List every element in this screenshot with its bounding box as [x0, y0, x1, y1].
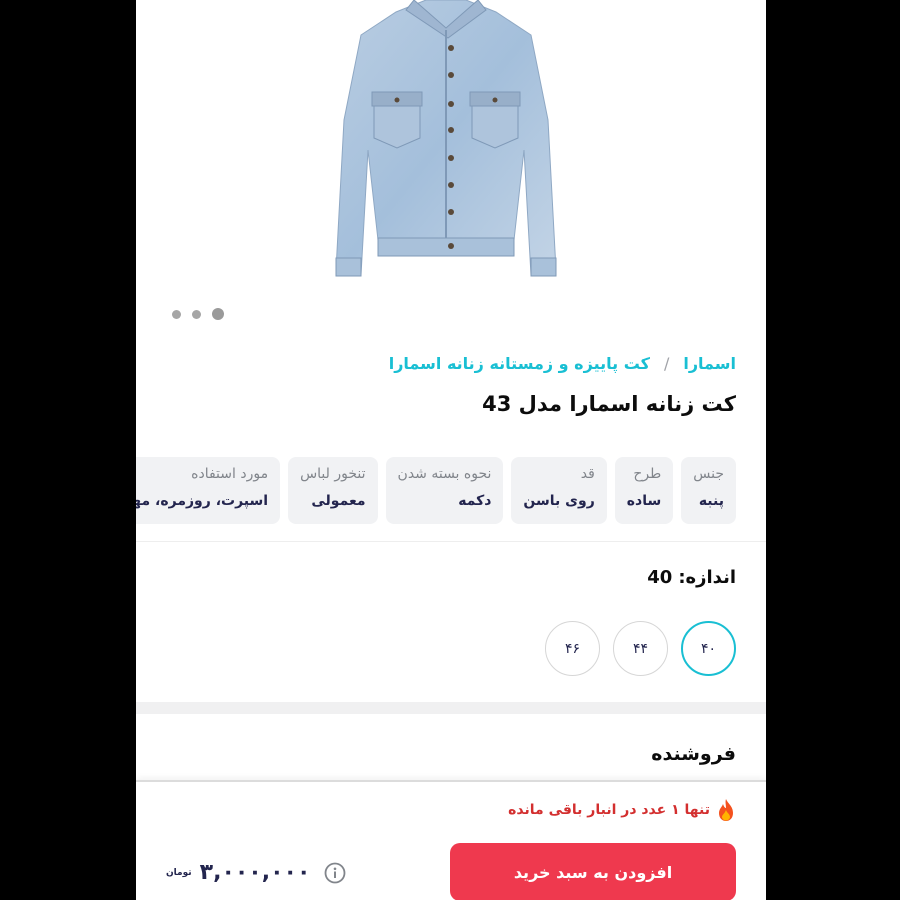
product-page: اسمارا / کت پاییزه و زمستانه زنانه اسمار…	[136, 0, 766, 900]
attribute-key: جنس	[693, 466, 724, 482]
price-area: تومان ۳,۰۰۰,۰۰۰	[166, 860, 346, 885]
section-separator	[136, 702, 766, 714]
attribute-value: پنبه	[698, 493, 724, 509]
attribute-value: ساده	[626, 493, 662, 509]
size-label: اندازه:	[678, 567, 736, 588]
size-heading: اندازه: 40	[647, 567, 736, 588]
attribute-chip: نحوه بسته شدن دکمه	[385, 457, 504, 524]
stock-text: تنها ۱ عدد در انبار باقی مانده	[508, 802, 710, 818]
breadcrumb-separator: /	[663, 354, 670, 373]
attribute-key: قد	[580, 466, 595, 482]
size-selected-value: 40	[647, 567, 673, 588]
attribute-key: نحوه بسته شدن	[397, 466, 492, 482]
size-option-46[interactable]: ۴۶	[545, 621, 600, 676]
breadcrumb: اسمارا / کت پاییزه و زمستانه زنانه اسمار…	[389, 354, 736, 373]
attribute-value: روی باسن	[523, 493, 595, 509]
attribute-chip: مورد استفاده اسپرت، روزمره، مهمانی	[136, 457, 281, 524]
fire-icon	[719, 799, 733, 821]
seller-heading: فروشنده	[651, 743, 736, 765]
product-gallery[interactable]	[136, 0, 766, 320]
size-option-44[interactable]: ۴۴	[613, 621, 668, 676]
attribute-value: معمولی	[311, 493, 366, 509]
info-icon[interactable]	[324, 862, 346, 884]
denim-jacket-image	[335, 0, 557, 277]
attribute-chip: قد روی باسن	[511, 457, 607, 524]
bottom-bar: تنها ۱ عدد در انبار باقی مانده افزودن به…	[136, 780, 766, 900]
size-options: ۴۰ ۴۴ ۴۶	[545, 621, 736, 676]
gallery-dots[interactable]	[172, 308, 235, 320]
attribute-key: تنخور لباس	[300, 466, 366, 482]
gallery-dot[interactable]	[192, 309, 201, 319]
section-divider	[136, 541, 766, 542]
attribute-value: اسپرت، روزمره، مهمانی	[136, 493, 269, 509]
price-value: ۳,۰۰۰,۰۰۰	[199, 860, 311, 885]
attribute-key: طرح	[633, 466, 662, 482]
breadcrumb-brand[interactable]: اسمارا	[683, 354, 736, 373]
size-option-40[interactable]: ۴۰	[681, 621, 736, 676]
attribute-chip: تنخور لباس معمولی	[288, 457, 378, 524]
currency-label: تومان	[166, 867, 192, 878]
attribute-chip: طرح ساده	[614, 457, 674, 524]
product-title: کت زنانه اسمارا مدل 43	[482, 392, 736, 416]
attribute-value: دکمه	[458, 493, 492, 509]
breadcrumb-category[interactable]: کت پاییزه و زمستانه زنانه اسمارا	[389, 354, 650, 373]
gallery-dot[interactable]	[172, 309, 181, 319]
add-to-cart-button[interactable]: افزودن به سبد خرید	[450, 843, 736, 900]
attribute-chips: جنس پنبه طرح ساده قد روی باسن نحوه بسته …	[136, 457, 736, 524]
attribute-key: مورد استفاده	[191, 466, 269, 482]
stock-warning: تنها ۱ عدد در انبار باقی مانده	[508, 798, 736, 822]
attribute-chip: جنس پنبه	[681, 457, 736, 524]
gallery-dot[interactable]	[212, 308, 224, 320]
